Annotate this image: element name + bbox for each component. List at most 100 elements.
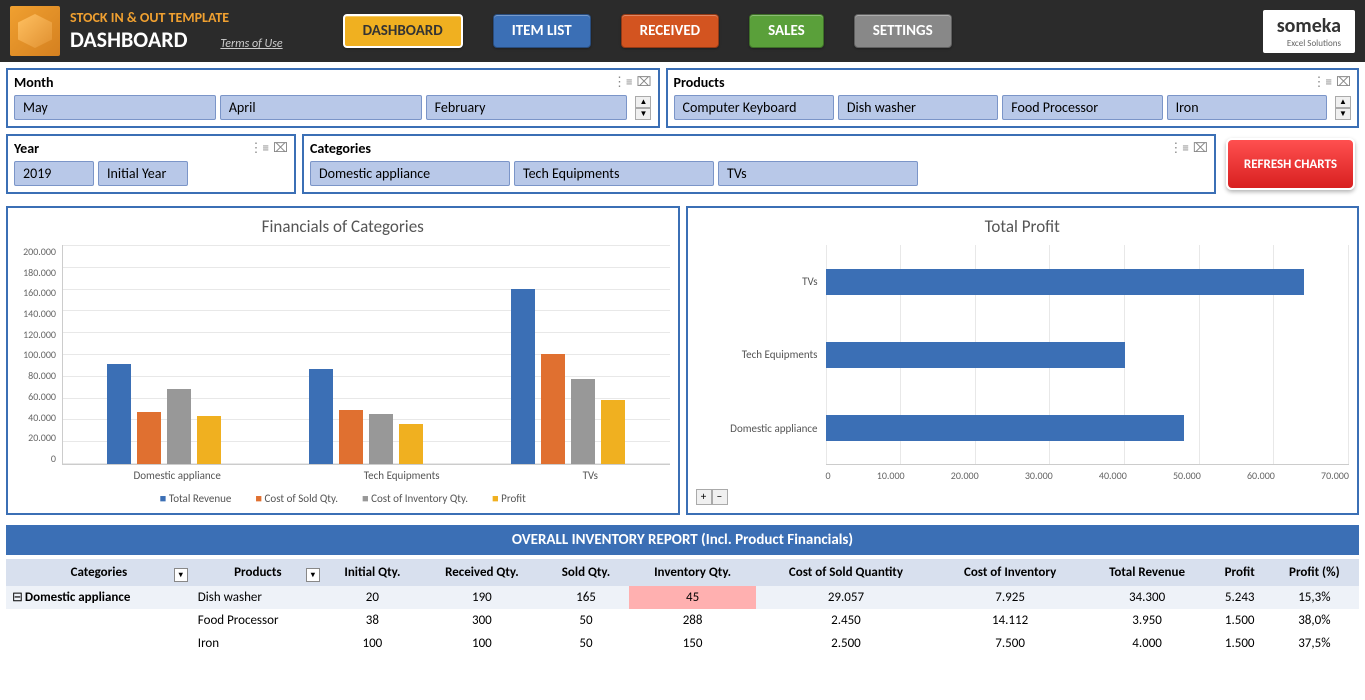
legend-item: Total Revenue: [160, 492, 232, 505]
cell: [6, 632, 192, 655]
clear-filter-icon[interactable]: ⌧: [1193, 141, 1208, 156]
table-row: ⊟Domestic applianceDish washer2019016545…: [6, 586, 1359, 609]
chart-title: Financials of Categories: [16, 216, 670, 237]
slicer-item[interactable]: Domestic appliance: [310, 161, 510, 186]
zoom-out-icon[interactable]: −: [712, 489, 728, 505]
cell: 100: [324, 632, 421, 655]
y-labels: TVsTech EquipmentsDomestic appliance: [696, 245, 826, 465]
slicer-month: Month ⋮≡ ⌧ May April February ▲ ▼: [6, 68, 660, 128]
slicer-item[interactable]: Computer Keyboard: [674, 95, 834, 120]
collapse-icon[interactable]: ⊟: [12, 590, 23, 605]
report-header: OVERALL INVENTORY REPORT (Incl. Product …: [6, 525, 1359, 555]
cell: 4.000: [1084, 632, 1209, 655]
zoom-in-icon[interactable]: +: [696, 489, 712, 505]
brand-name: someka: [1277, 14, 1341, 38]
nav-settings-button[interactable]: SETTINGS: [854, 14, 952, 48]
slicer-item[interactable]: April: [220, 95, 422, 120]
bar: [541, 354, 565, 464]
scroll-down-icon[interactable]: ▼: [635, 108, 651, 120]
slicer-year-title: Year: [14, 140, 250, 157]
app-logo-icon: [10, 6, 60, 56]
titles: STOCK IN & OUT TEMPLATE DASHBOARD Terms …: [70, 9, 283, 53]
slicer-year: Year ⋮≡ ⌧ 2019 Initial Year: [6, 134, 296, 194]
nav-dashboard-button[interactable]: DASHBOARD: [343, 14, 463, 48]
slicer-item[interactable]: February: [426, 95, 628, 120]
multiselect-icon[interactable]: ⋮≡: [613, 75, 632, 90]
col-header: Inventory Qty.: [629, 559, 756, 586]
cell: Iron: [192, 632, 324, 655]
col-header: Total Revenue: [1084, 559, 1209, 586]
scroll-up-icon[interactable]: ▲: [1335, 96, 1351, 108]
col-header: Sold Qty.: [543, 559, 629, 586]
col-header: Profit: [1210, 559, 1270, 586]
bar: [107, 364, 131, 464]
multiselect-icon[interactable]: ⋮≡: [1169, 141, 1188, 156]
cell: 15,3%: [1270, 586, 1359, 609]
bar: [339, 410, 363, 464]
bar: [601, 400, 625, 464]
cell: 190: [421, 586, 543, 609]
table-row: Food Processor38300502882.45014.1123.950…: [6, 609, 1359, 632]
cell: Dish washer: [192, 586, 324, 609]
bar: [137, 412, 161, 464]
slicer-item[interactable]: Iron: [1167, 95, 1327, 120]
slicer-item[interactable]: May: [14, 95, 216, 120]
legend-item: Cost of Inventory Qty.: [362, 492, 468, 505]
x-labels: Domestic applianceTech EquipmentsTVs: [62, 469, 670, 482]
filter-icon[interactable]: ▾: [174, 568, 188, 582]
multiselect-icon[interactable]: ⋮≡: [1313, 75, 1332, 90]
slicer-item[interactable]: 2019: [14, 161, 94, 186]
cell: 37,5%: [1270, 632, 1359, 655]
hbar: [826, 415, 1185, 441]
slicer-products-title: Products: [674, 74, 1313, 91]
slicer-categories-title: Categories: [310, 140, 1169, 157]
nav-itemlist-button[interactable]: ITEM LIST: [493, 14, 591, 48]
hbar: [826, 342, 1125, 368]
multiselect-icon[interactable]: ⋮≡: [250, 141, 269, 156]
clear-filter-icon[interactable]: ⌧: [273, 141, 288, 156]
table-body: ⊟Domestic applianceDish washer2019016545…: [6, 586, 1359, 655]
cell: 7.925: [936, 586, 1085, 609]
refresh-charts-button[interactable]: REFRESH CHARTS: [1226, 138, 1355, 190]
nav: DASHBOARD ITEM LIST RECEIVED SALES SETTI…: [343, 14, 1263, 48]
y-axis: 200.000180.000160.000140.000120.000100.0…: [16, 245, 62, 465]
cell: 7.500: [936, 632, 1085, 655]
slicer-month-title: Month: [14, 74, 613, 91]
app-title: STOCK IN & OUT TEMPLATE: [70, 9, 283, 26]
slicer-item[interactable]: Dish washer: [838, 95, 998, 120]
terms-link[interactable]: Terms of Use: [220, 37, 282, 51]
cell: 5.243: [1210, 586, 1270, 609]
nav-sales-button[interactable]: SALES: [749, 14, 824, 48]
bar: [369, 414, 393, 464]
scroll-up-icon[interactable]: ▲: [635, 96, 651, 108]
cell: ⊟Domestic appliance: [6, 586, 192, 609]
cell: 50: [543, 632, 629, 655]
chart-zoom: + −: [696, 489, 728, 505]
slicer-item[interactable]: Initial Year: [98, 161, 188, 186]
clear-filter-icon[interactable]: ⌧: [1336, 75, 1351, 90]
brand-sub: Excel Solutions: [1277, 38, 1341, 49]
slicer-categories: Categories ⋮≡ ⌧ Domestic appliance Tech …: [302, 134, 1216, 194]
app-header: STOCK IN & OUT TEMPLATE DASHBOARD Terms …: [0, 0, 1365, 62]
nav-received-button[interactable]: RECEIVED: [621, 14, 719, 48]
slicer-item[interactable]: TVs: [718, 161, 918, 186]
clear-filter-icon[interactable]: ⌧: [637, 75, 652, 90]
bar: [571, 379, 595, 464]
cell: 2.450: [756, 609, 936, 632]
table-header-row: Categories▾Products▾Initial Qty.Received…: [6, 559, 1359, 586]
col-header: Categories▾: [6, 559, 192, 586]
slicer-item[interactable]: Tech Equipments: [514, 161, 714, 186]
filter-icon[interactable]: ▾: [306, 568, 320, 582]
slicer-products: Products ⋮≡ ⌧ Computer Keyboard Dish was…: [666, 68, 1360, 128]
cell: 288: [629, 609, 756, 632]
slicer-item[interactable]: Food Processor: [1002, 95, 1162, 120]
plot-area: [826, 245, 1350, 465]
plot-area: [62, 245, 670, 465]
cell: 34.300: [1084, 586, 1209, 609]
cell: 300: [421, 609, 543, 632]
scroll-down-icon[interactable]: ▼: [1335, 108, 1351, 120]
chart-financials: Financials of Categories 200.000180.0001…: [6, 206, 680, 515]
col-header: Initial Qty.: [324, 559, 421, 586]
chart-title: Total Profit: [696, 216, 1350, 237]
col-header: Received Qty.: [421, 559, 543, 586]
